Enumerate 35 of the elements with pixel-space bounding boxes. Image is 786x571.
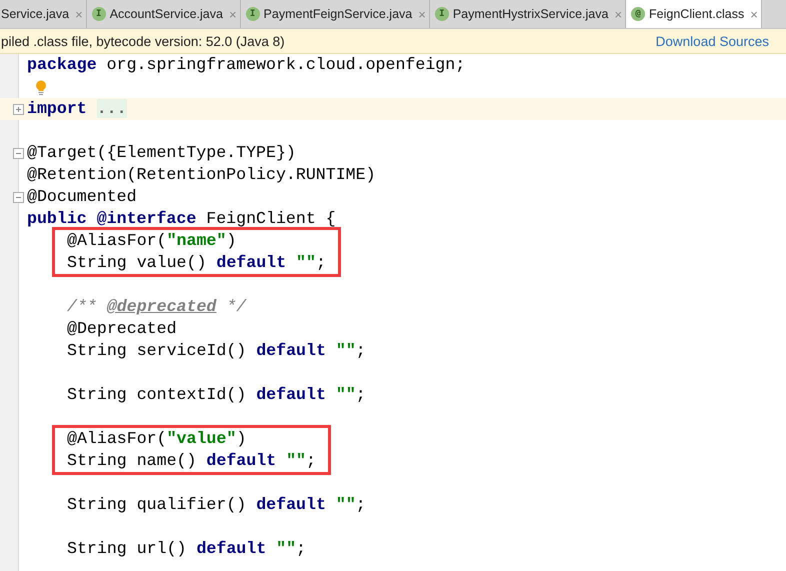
- lightbulb-icon[interactable]: [35, 80, 47, 94]
- code-line: String name() default "";: [67, 450, 316, 472]
- close-icon[interactable]: ×: [226, 6, 237, 22]
- editor-tab[interactable]: @ FeignClient.class ×: [626, 0, 762, 28]
- code-line: package org.springframework.cloud.openfeign;: [27, 54, 466, 76]
- code-line: String qualifier() default "";: [67, 494, 366, 516]
- code-line: String value() default "";: [67, 252, 326, 274]
- editor-tab[interactable]: Service.java ×: [0, 0, 87, 28]
- code-line: @Documented: [27, 186, 137, 208]
- code-line: @AliasFor("name"): [67, 230, 236, 252]
- code-line: public @interface FeignClient {: [27, 208, 336, 230]
- close-icon[interactable]: ×: [416, 6, 426, 22]
- close-icon[interactable]: ×: [748, 6, 758, 22]
- collapse-icon[interactable]: [13, 148, 24, 158]
- interface-icon: I: [92, 7, 106, 21]
- download-sources-link[interactable]: Download Sources: [656, 34, 769, 48]
- code-line: String serviceId() default "";: [67, 340, 366, 362]
- banner-message: piled .class file, bytecode version: 52.0 (Java 8): [1, 34, 285, 48]
- code-line: String contextId() default "";: [67, 384, 366, 406]
- code-line: import ...: [27, 98, 127, 120]
- code-line: /** @deprecated */: [67, 296, 246, 318]
- expand-icon[interactable]: [13, 104, 24, 114]
- interface-icon: I: [246, 7, 260, 21]
- close-icon[interactable]: ×: [73, 6, 83, 22]
- collapse-icon[interactable]: [13, 192, 24, 202]
- code-line: @Deprecated: [67, 318, 177, 340]
- close-icon[interactable]: ×: [612, 6, 622, 22]
- code-line: String url() default "";: [67, 538, 306, 560]
- code-line: @Retention(RetentionPolicy.RUNTIME): [27, 164, 376, 186]
- interface-icon: I: [434, 7, 449, 21]
- code-line: @Target({ElementType.TYPE}): [27, 142, 296, 164]
- code-line: @AliasFor("value"): [67, 428, 246, 450]
- editor-tab[interactable]: I AccountService.java ×: [86, 0, 241, 28]
- editor-tab[interactable]: I PaymentFeignService.java ×: [240, 0, 430, 28]
- interface-icon: @: [631, 7, 646, 21]
